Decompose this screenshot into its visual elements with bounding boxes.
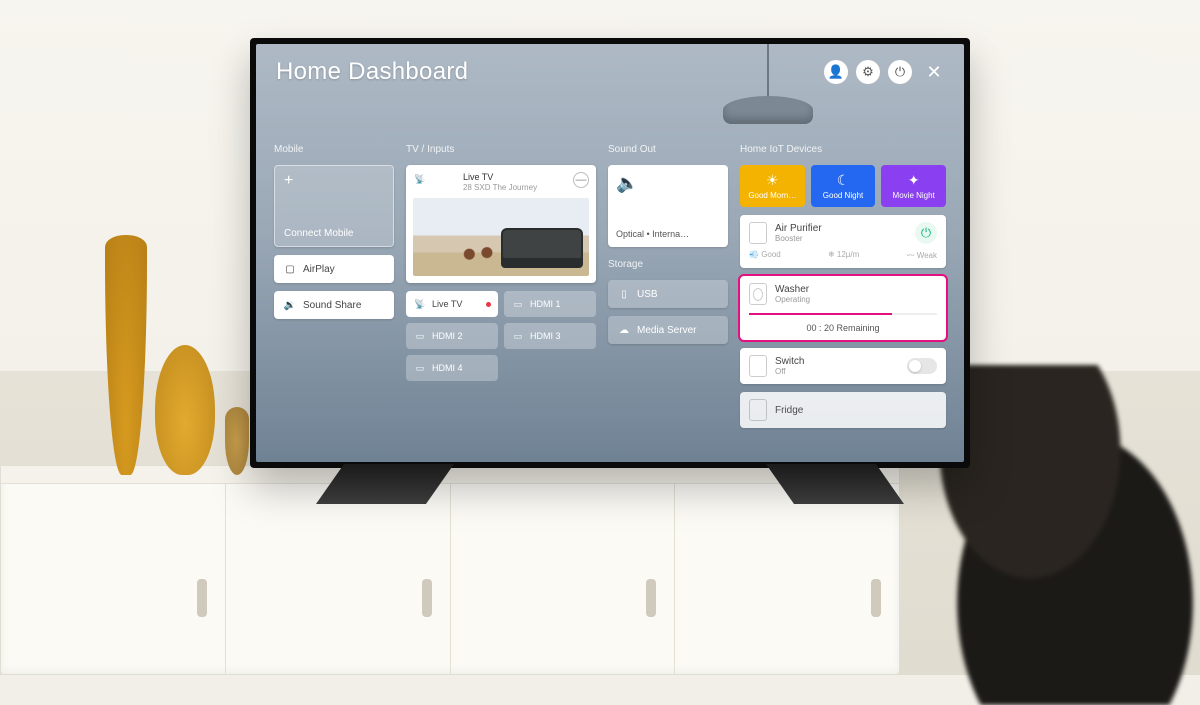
sound-out-card[interactable]: 🔈 Optical • Interna… — [608, 165, 728, 247]
storage-media-server[interactable]: ☁Media Server — [608, 316, 728, 344]
fridge-icon — [749, 399, 767, 421]
decor-vase — [155, 345, 215, 475]
section-label-mobile: Mobile — [274, 144, 394, 155]
section-label-storage: Storage — [608, 259, 728, 270]
airplay-label: AirPlay — [303, 264, 335, 275]
input-hdmi2[interactable]: ▭HDMI 2 — [406, 323, 498, 349]
hdmi-icon: ▭ — [413, 361, 427, 375]
device-air-purifier[interactable]: Air Purifier Booster ⏻ 💨 Good ❄ 12μ/m 〰 … — [740, 215, 946, 268]
hdmi-icon: ▭ — [511, 297, 525, 311]
power-icon[interactable]: ⏻ — [888, 60, 912, 84]
washer-progress-bar — [749, 313, 937, 315]
washer-time-remaining: 00 : 20 Remaining — [749, 321, 937, 333]
scene-good-morning[interactable]: ☀Good Morn… — [740, 165, 805, 207]
input-hdmi1[interactable]: ▭HDMI 1 — [504, 291, 596, 317]
furniture-credenza — [0, 465, 900, 675]
sound-share-icon: 🔉 — [283, 298, 297, 312]
connect-mobile-label: Connect Mobile — [284, 228, 353, 239]
hdmi-icon: ▭ — [511, 329, 525, 343]
tv-screen: Home Dashboard 👤 ⚙ ⏻ ✕ Mobile + Connect … — [256, 44, 964, 462]
room-background: Home Dashboard 👤 ⚙ ⏻ ✕ Mobile + Connect … — [0, 0, 1200, 675]
close-icon[interactable]: ✕ — [924, 62, 944, 82]
server-icon: ☁ — [617, 323, 631, 337]
input-hdmi3[interactable]: ▭HDMI 3 — [504, 323, 596, 349]
input-live-tv[interactable]: 📡 Live TV — [406, 291, 498, 317]
broadcast-icon: 📡 — [413, 297, 427, 311]
live-tv-card[interactable]: 📡 Live TV 28 SXD The Journey — — [406, 165, 596, 283]
active-indicator — [486, 302, 491, 307]
airplay-button[interactable]: ▢ AirPlay — [274, 255, 394, 283]
section-label-tv: TV / Inputs — [406, 144, 596, 155]
input-hdmi4[interactable]: ▭HDMI 4 — [406, 355, 498, 381]
scene-good-night[interactable]: ☾Good Night — [811, 165, 876, 207]
decor-vase — [105, 235, 147, 475]
hdmi-icon: ▭ — [413, 329, 427, 343]
section-label-iot: Home IoT Devices — [740, 144, 946, 155]
sound-share-label: Sound Share — [303, 300, 361, 311]
live-tv-title: Live TV — [463, 172, 537, 183]
device-fridge[interactable]: Fridge — [740, 392, 946, 428]
switch-icon — [749, 355, 767, 377]
power-toggle-icon[interactable]: ⏻ — [915, 222, 937, 244]
usb-icon: ▯ — [617, 287, 631, 301]
washer-icon — [749, 283, 767, 305]
scene-movie-night[interactable]: ✦Movie Night — [881, 165, 946, 207]
plus-icon: + — [284, 173, 293, 189]
decor-vase — [225, 407, 249, 475]
account-icon[interactable]: 👤 — [824, 60, 848, 84]
sound-out-value: Optical • Interna… — [616, 229, 720, 239]
settings-icon[interactable]: ⚙ — [856, 60, 880, 84]
speaker-icon: 🔈 — [616, 173, 720, 194]
storage-usb[interactable]: ▯USB — [608, 280, 728, 308]
switch-toggle[interactable] — [907, 358, 937, 374]
collapse-icon[interactable]: — — [573, 172, 589, 188]
airplay-icon: ▢ — [283, 262, 297, 276]
live-tv-thumbnail — [413, 198, 589, 276]
star-icon: ✦ — [908, 172, 920, 189]
section-label-sound: Sound Out — [608, 144, 728, 155]
device-switch[interactable]: Switch Off — [740, 348, 946, 384]
sun-icon: ☀ — [766, 172, 779, 189]
air-purifier-icon — [749, 222, 767, 244]
moon-icon: ☾ — [837, 172, 850, 189]
broadcast-icon: 📡 — [413, 172, 427, 186]
sound-share-button[interactable]: 🔉 Sound Share — [274, 291, 394, 319]
tv-frame: Home Dashboard 👤 ⚙ ⏻ ✕ Mobile + Connect … — [250, 38, 970, 468]
device-washer[interactable]: Washer Operating 00 : 20 Remaining — [740, 276, 946, 340]
connect-mobile-card[interactable]: + Connect Mobile — [274, 165, 394, 247]
page-title: Home Dashboard — [276, 58, 468, 86]
